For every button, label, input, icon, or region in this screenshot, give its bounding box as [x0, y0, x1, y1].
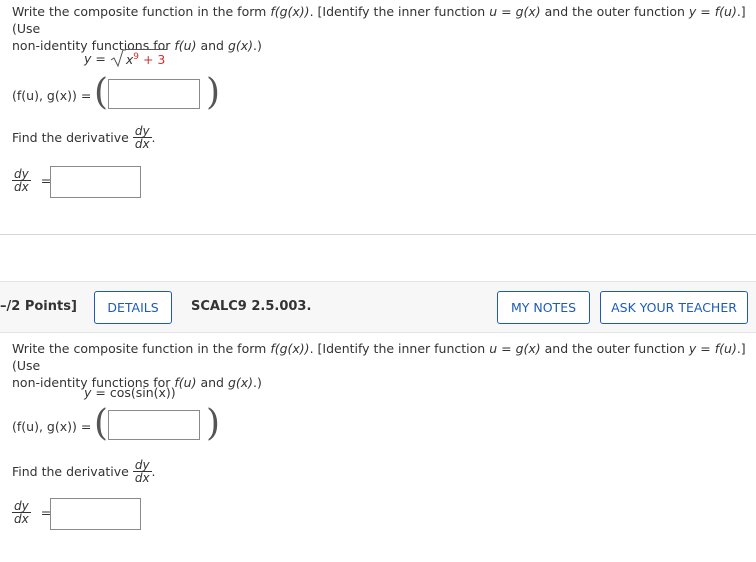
- q1-pair-label: (f(u), g(x)) =: [12, 88, 92, 103]
- q1-prompt: Write the composite function in the form…: [12, 4, 746, 53]
- q2-pair-label: (f(u), g(x)) =: [12, 419, 92, 434]
- q2-derivative-input[interactable]: [50, 498, 141, 530]
- my-notes-button[interactable]: MY NOTES: [497, 291, 590, 324]
- dy-dx-fraction: dy dx: [132, 458, 152, 485]
- q2-pair-input[interactable]: [108, 410, 200, 440]
- q1-pair-input[interactable]: [108, 79, 200, 109]
- section-divider: [0, 234, 756, 235]
- left-paren: (: [94, 72, 109, 113]
- problem-id: SCALC9 2.5.003.: [191, 299, 312, 314]
- q2-equation: y = cos(sin(x)): [84, 385, 176, 400]
- q1-derivative-row: dy dx =: [12, 167, 52, 194]
- right-paren: ): [206, 403, 221, 444]
- left-paren: (: [94, 403, 109, 444]
- dy-dx-fraction: dy dx: [12, 167, 31, 194]
- q2-find-derivative: Find the derivative dy dx.: [12, 458, 156, 485]
- q2-derivative-row: dy dx =: [12, 499, 52, 526]
- right-paren: ): [206, 72, 221, 113]
- q2-prompt: Write the composite function in the form…: [12, 341, 746, 390]
- dy-dx-fraction: dy dx: [132, 124, 152, 151]
- sqrt-icon: [110, 48, 126, 68]
- q1-derivative-input[interactable]: [50, 166, 141, 198]
- details-button[interactable]: DETAILS: [94, 291, 172, 324]
- q1-equation: y = x9 + 3: [84, 48, 168, 68]
- q1-find-derivative: Find the derivative dy dx.: [12, 124, 156, 151]
- dy-dx-fraction: dy dx: [12, 499, 31, 526]
- ask-your-teacher-button[interactable]: ASK YOUR TEACHER: [600, 291, 748, 324]
- points-label: –/2 Points]: [0, 299, 77, 314]
